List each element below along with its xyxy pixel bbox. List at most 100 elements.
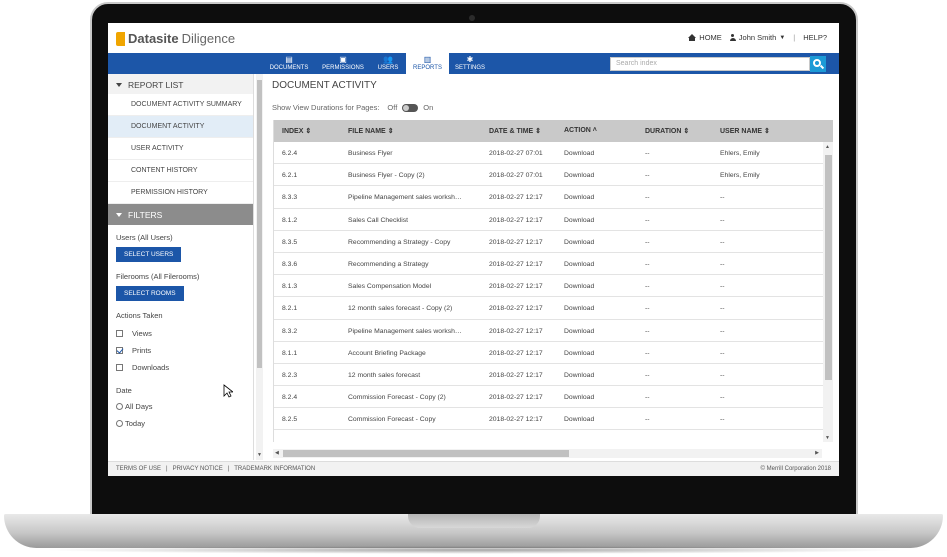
tab-documents-label: DOCUMENTS xyxy=(269,65,309,71)
column-header-file-name[interactable]: FILE NAME ⇕ xyxy=(348,127,394,135)
cell-file: 12 month sales forecast - Copy (2) xyxy=(348,305,453,313)
sidebar-item-document-activity-summary[interactable]: DOCUMENT ACTIVITY SUMMARY xyxy=(108,94,253,116)
scroll-down-arrow-icon[interactable]: ▼ xyxy=(825,435,830,441)
filters-header[interactable]: FILTERS xyxy=(108,204,253,225)
help-link[interactable]: HELP? xyxy=(803,33,827,42)
sidebar-item-content-history[interactable]: CONTENT HISTORY xyxy=(108,160,253,182)
table-row[interactable]: 6.2.1 Business Flyer - Copy (2) 2018-02-27… xyxy=(274,164,823,187)
tab-settings[interactable]: ✱ SETTINGS xyxy=(453,53,487,74)
tab-reports[interactable]: ▥ REPORTS xyxy=(406,53,449,74)
action-downloads-checkbox-row[interactable]: Downloads xyxy=(108,359,253,376)
lock-icon: ▣ xyxy=(339,55,347,64)
select-rooms-button[interactable]: SELECT ROOMS xyxy=(116,286,184,301)
column-header-index[interactable]: INDEX ⇕ xyxy=(282,127,311,135)
collapse-icon xyxy=(116,83,122,87)
privacy-notice-link[interactable]: PRIVACY NOTICE xyxy=(173,466,223,472)
scroll-up-arrow-icon[interactable]: ▲ xyxy=(825,144,830,150)
view-duration-toggle[interactable] xyxy=(402,103,419,112)
date-today-row[interactable]: Today xyxy=(108,415,253,432)
table-row[interactable]: 8.2.4 Commission Forecast - Copy (2) 2018-… xyxy=(274,386,823,409)
today-radio[interactable] xyxy=(116,420,123,427)
table-row[interactable]: 8.2.1 12 month sales forecast - Copy (2) 2… xyxy=(274,297,823,320)
select-users-button[interactable]: SELECT USERS xyxy=(116,247,182,262)
prints-checkbox[interactable] xyxy=(116,347,123,354)
cell-file: Recommending a Strategy - Copy xyxy=(348,238,451,246)
views-checkbox[interactable] xyxy=(116,330,123,337)
user-menu[interactable]: John Smith xyxy=(739,33,777,42)
screen: Datasite Diligence HOME John Smith ▼ | H… xyxy=(108,23,839,476)
cell-user: -- xyxy=(720,305,725,313)
table-row[interactable]: 8.3.5 Recommending a Strategy - Copy 2018-… xyxy=(274,231,823,253)
table-horizontal-scrollbar[interactable]: ◀ ▶ xyxy=(273,449,822,458)
sort-icon: ⇕ xyxy=(683,128,690,135)
top-bar: Datasite Diligence HOME John Smith ▼ | H… xyxy=(108,23,839,53)
report-list-header[interactable]: REPORT LIST xyxy=(108,74,253,94)
cell-duration: -- xyxy=(645,194,650,202)
cell-user: -- xyxy=(720,371,725,379)
divider: | xyxy=(227,466,230,472)
table-row[interactable]: 8.1.2 Sales Call Checklist 2018-02-27 12:1… xyxy=(274,209,823,231)
table-horizontal-scrollbar-thumb[interactable] xyxy=(283,450,569,457)
cell-index: 8.1.3 xyxy=(282,283,298,291)
scroll-down-arrow-icon[interactable]: ▼ xyxy=(257,452,262,458)
scroll-right-arrow-icon[interactable]: ▶ xyxy=(815,450,819,456)
cell-index: 8.2.4 xyxy=(282,394,298,402)
table-row[interactable]: 8.3.3 Pipeline Management sales worksh… 20… xyxy=(274,186,823,209)
column-header-user-name[interactable]: USER NAME ⇕ xyxy=(720,127,770,135)
search-button[interactable] xyxy=(810,56,826,72)
report-list-title: REPORT LIST xyxy=(128,80,184,90)
sidebar-item-permission-history[interactable]: PERMISSION HISTORY xyxy=(108,182,253,204)
top-right-links: HOME John Smith ▼ | HELP? xyxy=(688,33,827,42)
cell-file: Pipeline Management sales worksh… xyxy=(348,194,462,202)
table-row[interactable]: 8.3.2 Pipeline Management sales worksh… 20… xyxy=(274,320,823,342)
table-row[interactable]: 8.1.1 Account Briefing Package 2018-02-27 … xyxy=(274,342,823,364)
cell-action: Download xyxy=(564,327,595,335)
user-icon xyxy=(729,34,736,41)
home-icon xyxy=(688,34,697,41)
sort-icon: ⇕ xyxy=(763,128,770,135)
sidebar-scrollbar[interactable]: ▼ xyxy=(256,74,263,460)
column-header-action[interactable]: ACTION ˄ xyxy=(564,127,597,134)
cell-file: Sales Compensation Model xyxy=(348,283,432,291)
downloads-checkbox[interactable] xyxy=(116,364,123,371)
scroll-left-arrow-icon[interactable]: ◀ xyxy=(275,450,279,456)
table-row[interactable]: 8.3.6 Recommending a Strategy 2018-02-27 1… xyxy=(274,253,823,276)
cell-date: 2018-02-27 07:01 xyxy=(489,172,543,180)
sidebar-item-user-activity[interactable]: USER ACTIVITY xyxy=(108,138,253,160)
action-prints-checkbox-row[interactable]: Prints xyxy=(108,342,253,359)
cell-user: -- xyxy=(720,327,725,335)
search-input[interactable]: Search index xyxy=(610,57,810,71)
column-header-date-time[interactable]: DATE & TIME ⇕ xyxy=(489,127,541,135)
trademark-information-link[interactable]: TRADEMARK INFORMATION xyxy=(234,466,315,472)
all-days-radio[interactable] xyxy=(116,403,123,410)
date-all-days-row[interactable]: All Days xyxy=(108,398,253,415)
table-vertical-scrollbar[interactable]: ▲ ▼ xyxy=(823,142,833,442)
sidebar: REPORT LIST DOCUMENT ACTIVITY SUMMARY DO… xyxy=(108,74,254,460)
table-row[interactable]: 8.2.3 12 month sales forecast 2018-02-27 1… xyxy=(274,364,823,387)
terms-of-use-link[interactable]: TERMS OF USE xyxy=(116,466,161,472)
sidebar-item-document-activity[interactable]: DOCUMENT ACTIVITY xyxy=(108,116,253,138)
home-link[interactable]: HOME xyxy=(699,33,722,42)
cell-index: 8.3.5 xyxy=(282,238,298,246)
cell-action: Download xyxy=(564,194,595,202)
table-row[interactable]: 8.1.3 Sales Compensation Model 2018-02-27 … xyxy=(274,275,823,298)
tab-permissions[interactable]: ▣ PERMISSIONS xyxy=(320,53,366,74)
tab-reports-label: REPORTS xyxy=(413,65,442,71)
logo-brand-main: Datasite xyxy=(128,31,179,46)
tab-users[interactable]: 👥 USERS xyxy=(374,53,402,74)
sidebar-scrollbar-thumb[interactable] xyxy=(257,80,262,368)
column-header-duration[interactable]: DURATION ⇕ xyxy=(645,127,689,135)
cell-user: Ehlers, Emily xyxy=(720,172,760,180)
cell-user: -- xyxy=(720,349,725,357)
table-vertical-scrollbar-thumb[interactable] xyxy=(825,155,832,380)
table-row[interactable]: 8.2.5 Commission Forecast - Copy 2018-02-2… xyxy=(274,408,823,431)
tab-documents[interactable]: ▤ DOCUMENTS xyxy=(268,53,310,74)
cell-date: 2018-02-27 12:17 xyxy=(489,349,543,357)
table-row[interactable]: 6.2.4 Business Flyer 2018-02-27 07:01 Downl… xyxy=(274,142,823,165)
chevron-down-icon[interactable]: ▼ xyxy=(779,35,785,41)
cell-date: 2018-02-27 12:17 xyxy=(489,394,543,402)
action-views-checkbox-row[interactable]: Views xyxy=(108,325,253,342)
datasite-logo[interactable]: Datasite Diligence xyxy=(116,31,235,46)
document-icon: ▤ xyxy=(285,55,293,64)
divider: | xyxy=(166,466,168,472)
